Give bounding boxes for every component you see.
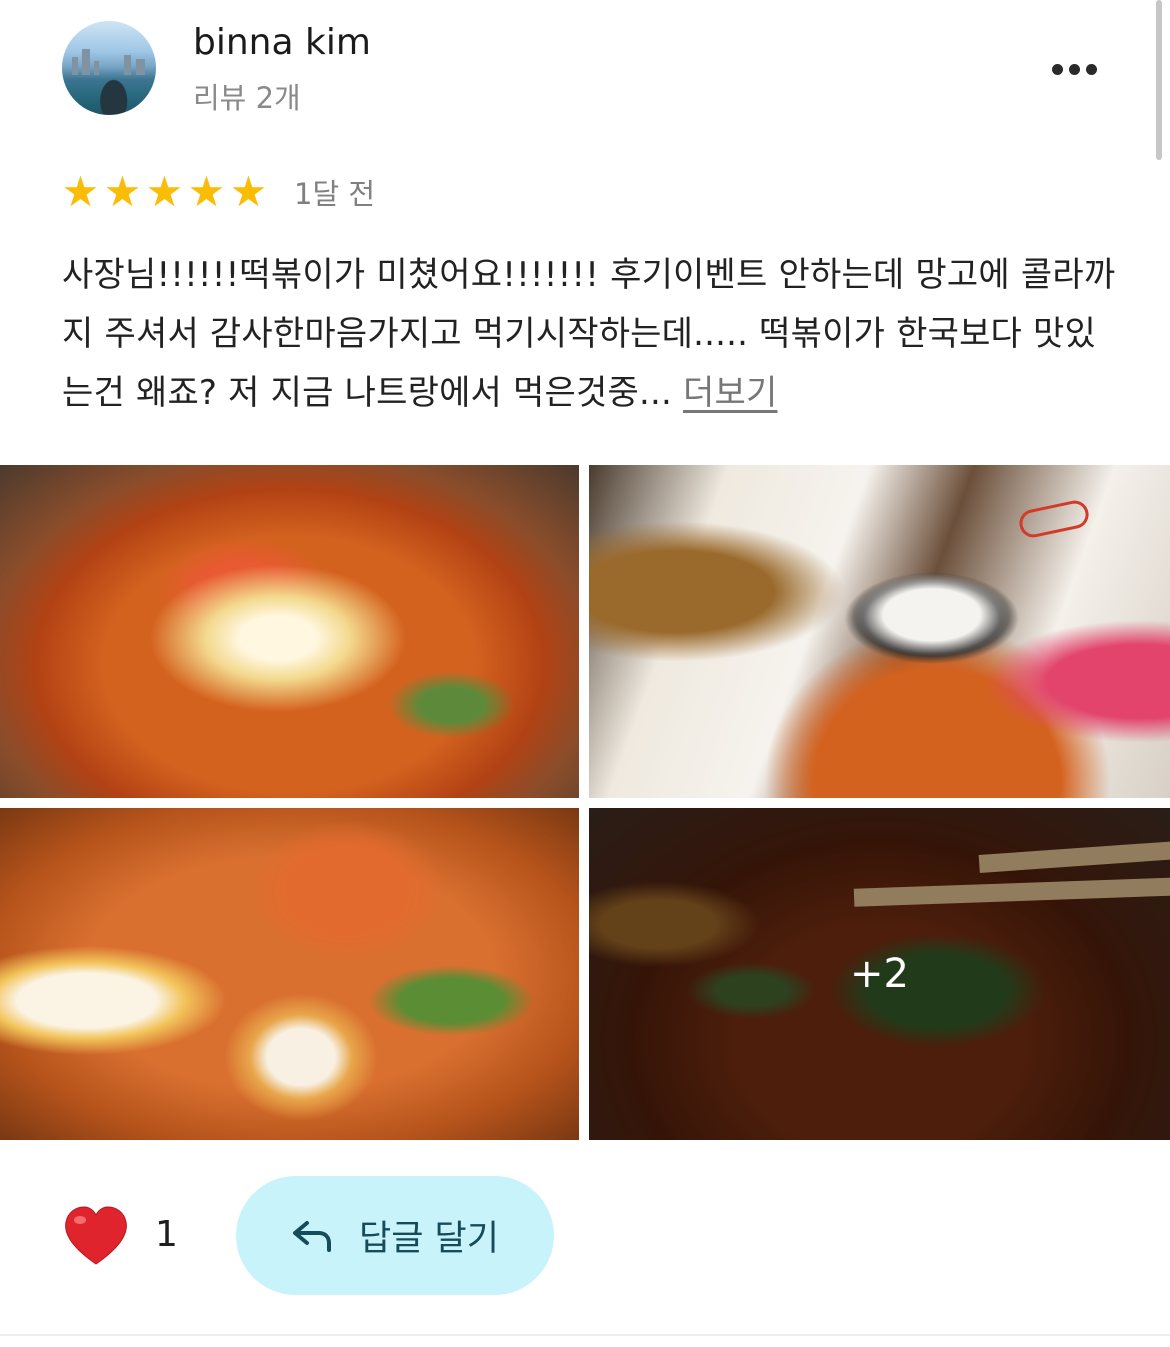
avatar[interactable] [62,21,156,115]
logo-box-decoration [1016,498,1092,540]
more-photos-count: +2 [850,951,909,997]
reply-button-label: 답글 달기 [359,1219,499,1259]
reply-button[interactable]: 답글 달기 [236,1176,554,1295]
heart-icon[interactable] [62,1204,130,1268]
star-icon: ★ [187,167,226,216]
user-name[interactable]: binna kim [193,22,371,63]
divider [0,1334,1170,1336]
star-icon: ★ [145,167,184,216]
star-icon: ★ [103,167,142,216]
star-icon: ★ [61,167,100,216]
reply-arrow-icon [293,1220,332,1252]
review-photo[interactable] [0,808,579,1140]
review-time: 1달 전 [294,177,376,211]
review-body: 사장님!!!!!!떡볶이가 미쳤어요!!!!!!! 후기이벤트 안하는데 망고에… [62,255,1116,413]
review-photo-more[interactable]: +2 [589,808,1170,1140]
star-rating: ★ ★ ★ ★ ★ [60,170,269,214]
review-count: 리뷰 2개 [193,81,301,115]
more-options-icon[interactable] [1042,52,1106,86]
scrollbar[interactable] [1156,0,1162,160]
review-photo[interactable] [0,465,579,798]
like-count: 1 [155,1214,178,1255]
star-icon: ★ [229,167,268,216]
review-text: 사장님!!!!!!떡볶이가 미쳤어요!!!!!!! 후기이벤트 안하는데 망고에… [62,246,1122,423]
more-link[interactable]: 더보기 [683,373,777,413]
review-photo[interactable] [589,465,1170,798]
